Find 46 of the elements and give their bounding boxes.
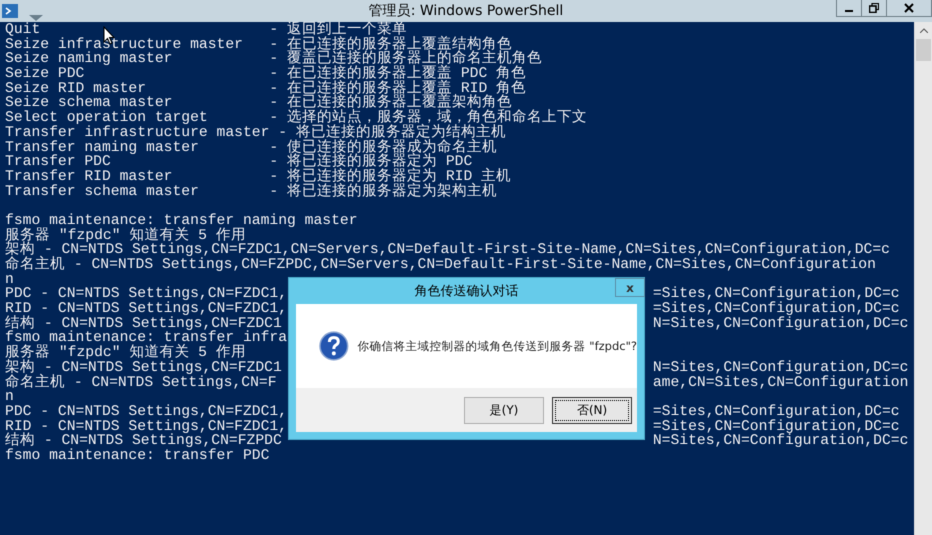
command-name: Transfer schema master [5, 184, 199, 200]
console-line: N=Sites,CN=Configuration,DC=c [652, 434, 908, 449]
close-icon [904, 3, 914, 13]
console-line: =Sites,CN=Configuration,DC=c [652, 287, 900, 302]
caret-icon[interactable] [29, 15, 43, 21]
console-line: =Sites,CN=Configuration,DC=c [652, 404, 900, 420]
restore-icon [869, 3, 879, 13]
scroll-up-icon[interactable] [920, 28, 928, 33]
command-name: Seize schema master [5, 96, 172, 112]
question-icon [319, 331, 349, 361]
console-line: PDC - CN=NTDS Settings,CN=FZDC1, [5, 404, 288, 420]
console-line: =Sites,CN=Configuration,DC=c [652, 420, 900, 434]
command-name: Transfer naming master [5, 140, 199, 156]
terminal-icon [2, 3, 18, 19]
console-line: n [5, 390, 14, 405]
command-name: Seize infrastructure master [5, 38, 243, 52]
console-line: fsmo maintenance: transfer PDC [5, 448, 270, 464]
minimize-button[interactable] [836, 0, 862, 17]
dialog-title: 角色传送确认对话 [414, 283, 518, 300]
console-line: n [5, 272, 14, 288]
window-title: 管理员: Windows PowerShell [368, 2, 564, 20]
scroll-thumb[interactable] [916, 39, 931, 61]
command-name: Transfer PDC [5, 155, 111, 170]
minimize-icon [845, 10, 853, 12]
console-line: 命名主机 - CN=NTDS Settings,CN=F [5, 374, 277, 390]
command-name: Seize naming master [5, 52, 172, 68]
scrollbar[interactable] [914, 22, 932, 535]
console-line: ame,CN=Sites,CN=Configuration [652, 376, 908, 390]
console-line: N=Sites,CN=Configuration,DC=c [652, 316, 908, 332]
dialog-button[interactable]: 是(Y) [464, 396, 544, 424]
command-name: Seize PDC [5, 67, 84, 82]
command-name: Transfer RID master [5, 170, 172, 185]
command-name: Select operation target [5, 111, 208, 126]
command-description: - 将已连接的服务器定为架构主机 [269, 184, 498, 200]
close-button[interactable]: x [615, 278, 645, 297]
console-line: =Sites,CN=Configuration,DC=c [652, 302, 900, 317]
restore-button[interactable] [861, 0, 887, 17]
command-name: Seize RID master [5, 82, 146, 96]
console-line: 命名主机 - CN=NTDS Settings,CN=FZPDC,CN=Servers,CN=Default-First-Site-Name,CN=Sites,CN=Configuration [5, 258, 876, 273]
console-line: N=Sites,CN=Configuration,DC=c [652, 360, 908, 376]
dialog-message: 你确信将主域控制器的域角色传送到服务器 "fzpdc"? [358, 338, 637, 354]
close-button[interactable] [886, 0, 932, 17]
command-name: Quit [5, 23, 40, 38]
command-name: Transfer infrastructure master [5, 126, 270, 140]
dialog-button[interactable]: 否(N) [552, 396, 632, 424]
console-line: PDC - CN=NTDS Settings,CN=FZDC1, [5, 286, 288, 302]
